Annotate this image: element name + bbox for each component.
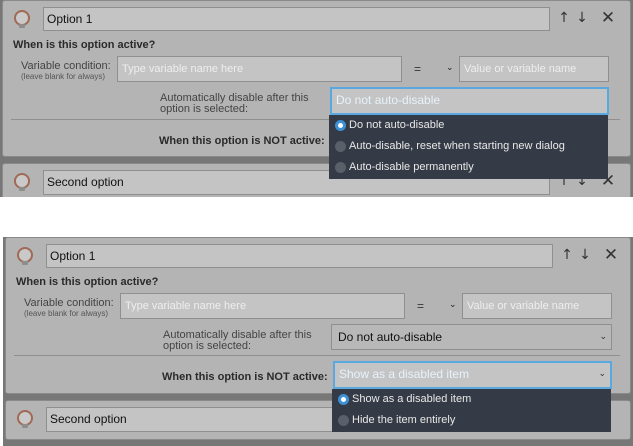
divider bbox=[14, 355, 620, 356]
dropdown-option[interactable]: Do not auto-disable bbox=[329, 115, 608, 136]
operator-select[interactable]: = bbox=[414, 62, 421, 76]
option-title-input[interactable]: Option 1 bbox=[43, 7, 550, 31]
variable-condition-label: Variable condition: (leave blank for alw… bbox=[21, 60, 111, 82]
option-card: Option 1 ↑ ↓ ✕ When is this option activ… bbox=[5, 237, 631, 394]
chevron-down-icon[interactable]: ⌄ bbox=[446, 63, 454, 73]
not-active-label: When this option is NOT active: bbox=[162, 371, 328, 383]
variable-name-input[interactable]: Type variable name here bbox=[120, 293, 405, 319]
arrow-down-icon[interactable]: ↓ bbox=[574, 9, 590, 27]
arrow-down-icon[interactable]: ↓ bbox=[577, 246, 593, 264]
dropdown-option[interactable]: Hide the item entirely bbox=[332, 410, 611, 431]
chevron-down-icon: ⌄ bbox=[599, 332, 607, 342]
lightbulb-icon[interactable] bbox=[17, 247, 33, 265]
lightbulb-icon[interactable] bbox=[14, 10, 30, 28]
arrow-up-icon[interactable]: ↑ bbox=[559, 246, 575, 264]
dropdown-option[interactable]: Show as a disabled item bbox=[332, 389, 611, 410]
radio-selected-icon bbox=[335, 120, 346, 131]
not-active-dropdown: Show as a disabled item Hide the item en… bbox=[332, 389, 611, 432]
lightbulb-icon[interactable] bbox=[14, 173, 30, 191]
option-title-input[interactable]: Option 1 bbox=[46, 244, 553, 268]
dropdown-option[interactable]: Auto-disable permanently bbox=[329, 157, 608, 178]
variable-condition-label: Variable condition: (leave blank for alw… bbox=[24, 297, 114, 319]
option-editor-panel-top: Option 1 ↑ ↓ ✕ When is this option activ… bbox=[0, 0, 633, 197]
close-icon[interactable]: ✕ bbox=[600, 9, 616, 27]
auto-disable-label: Automatically disable after this option … bbox=[160, 92, 309, 115]
not-active-select[interactable]: Show as a disabled item ⌄ bbox=[333, 361, 612, 389]
value-input[interactable]: Value or variable name bbox=[462, 293, 612, 319]
value-input[interactable]: Value or variable name bbox=[459, 56, 609, 82]
chevron-down-icon: ⌄ bbox=[598, 369, 606, 379]
dropdown-option[interactable]: Auto-disable, reset when starting new di… bbox=[329, 136, 608, 157]
close-icon[interactable]: ✕ bbox=[603, 246, 619, 264]
auto-disable-select[interactable]: Do not auto-disable bbox=[330, 87, 609, 115]
chevron-down-icon[interactable]: ⌄ bbox=[449, 300, 457, 310]
variable-name-input[interactable]: Type variable name here bbox=[117, 56, 402, 82]
radio-icon bbox=[335, 162, 346, 173]
active-question: When is this option active? bbox=[16, 276, 159, 288]
option-editor-panel-bottom: Option 1 ↑ ↓ ✕ When is this option activ… bbox=[3, 237, 633, 446]
active-question: When is this option active? bbox=[13, 39, 156, 51]
auto-disable-select[interactable]: Do not auto-disable ⌄ bbox=[331, 324, 612, 350]
radio-icon bbox=[338, 415, 349, 426]
option-header: Option 1 ↑ ↓ ✕ bbox=[6, 238, 630, 272]
auto-disable-label: Automatically disable after this option … bbox=[163, 329, 312, 352]
operator-select[interactable]: = bbox=[417, 299, 424, 313]
not-active-label: When this option is NOT active: bbox=[159, 135, 325, 147]
option-header: Option 1 ↑ ↓ ✕ bbox=[3, 1, 630, 35]
arrow-up-icon[interactable]: ↑ bbox=[556, 9, 572, 27]
radio-selected-icon bbox=[338, 394, 349, 405]
auto-disable-dropdown: Do not auto-disable Auto-disable, reset … bbox=[329, 115, 608, 179]
lightbulb-icon[interactable] bbox=[17, 410, 33, 428]
radio-icon bbox=[335, 141, 346, 152]
